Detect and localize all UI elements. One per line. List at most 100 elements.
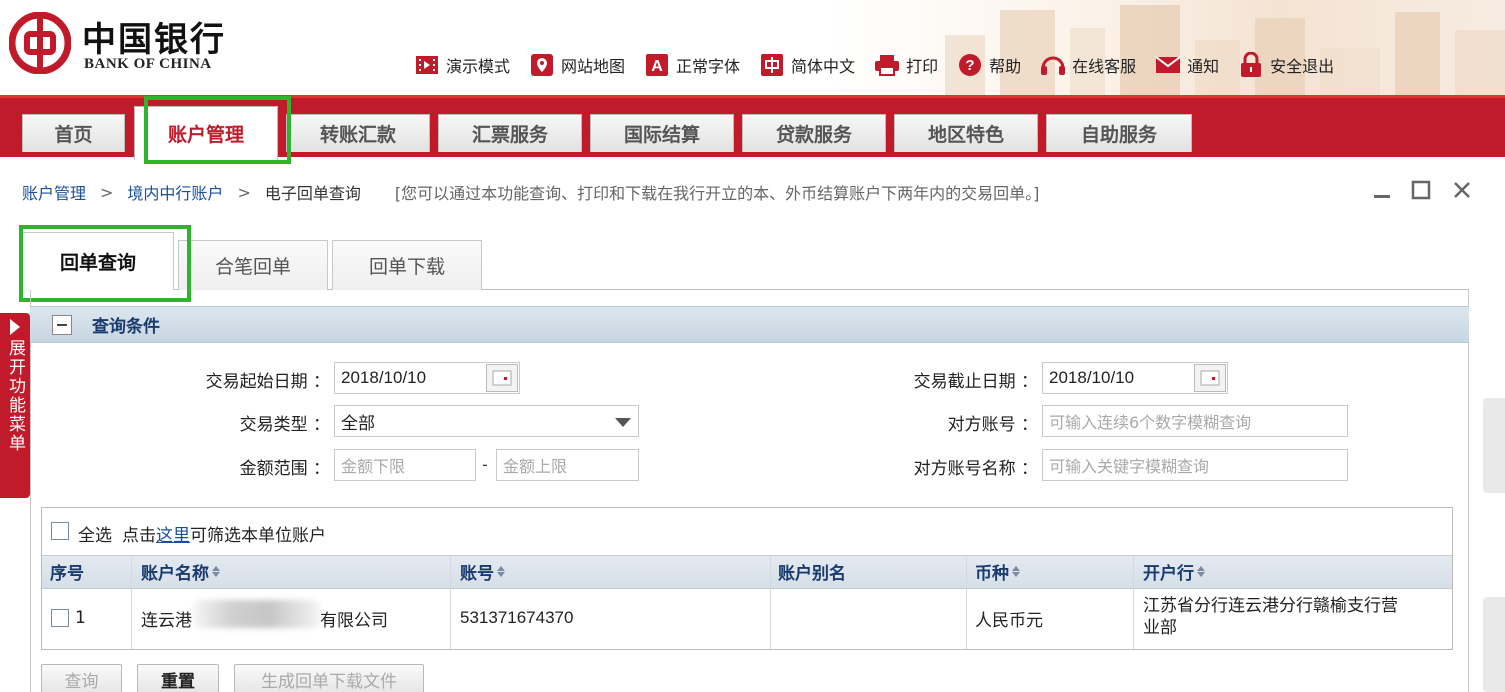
breadcrumb-separator: > xyxy=(237,182,251,202)
expand-function-menu[interactable]: 展开功能菜单 xyxy=(0,313,30,498)
sort-icon xyxy=(1197,566,1205,577)
col-header-currency[interactable]: 币种 xyxy=(975,559,1020,584)
subtab-receipt-download[interactable]: 回单下载 xyxy=(332,240,482,290)
chinese-zhong-icon xyxy=(759,52,785,78)
calendar-icon[interactable] xyxy=(486,364,518,392)
bank-of-china-logo-icon xyxy=(9,12,71,74)
breadcrumb-current: 电子回单查询 xyxy=(264,184,361,203)
logo-chinese-text: 中国银行 xyxy=(82,20,226,60)
nav-tab-self-service[interactable]: 自助服务 xyxy=(1046,114,1192,152)
toplink-label: 安全退出 xyxy=(1270,57,1335,76)
toplink-notice[interactable]: 通知 xyxy=(1155,52,1219,78)
toplink-label: 正常字体 xyxy=(676,57,741,76)
main-nav: 首页 账户管理 转账汇款 汇票服务 国际结算 贷款服务 地区特色 自助服务 xyxy=(0,95,1505,160)
txn-type-select[interactable]: 全部 xyxy=(334,405,639,437)
toplink-help[interactable]: ? 帮助 xyxy=(957,52,1021,78)
amount-range-label: 金额范围 ： xyxy=(239,459,330,479)
toplink-label: 简体中文 xyxy=(791,57,856,76)
col-header-alias: 账户别名 xyxy=(778,559,846,584)
start-date-label: 交易起始日期 ： xyxy=(205,372,330,392)
col-header-label: 序号 xyxy=(50,564,84,584)
nav-tab-international[interactable]: 国际结算 xyxy=(590,114,734,152)
column-divider xyxy=(770,555,771,649)
nav-tab-transfer[interactable]: 转账汇款 xyxy=(286,114,430,152)
row-currency: 人民币元 xyxy=(975,611,1043,631)
page-description: [您可以通过本功能查询、打印和下载在我行开立的本、外币结算账户下两年内的交易回单… xyxy=(394,184,1040,203)
col-header-name[interactable]: 账户名称 xyxy=(141,559,220,584)
toplink-label: 演示模式 xyxy=(446,57,511,76)
sort-icon xyxy=(1012,566,1020,577)
column-divider xyxy=(1133,555,1134,649)
logo-english-text: BANK OF CHINA xyxy=(84,56,212,72)
envelope-icon xyxy=(1155,52,1181,78)
subtab-merged-receipt[interactable]: 合笔回单 xyxy=(178,240,328,290)
expand-arrow-icon xyxy=(10,319,20,335)
collapse-toggle[interactable] xyxy=(52,315,72,335)
amount-min-input[interactable]: 金额下限 xyxy=(334,449,476,481)
toplink-logout[interactable]: 安全退出 xyxy=(1238,52,1334,78)
txn-type-label: 交易类型 ： xyxy=(239,415,330,435)
scroll-next-handle[interactable] xyxy=(1483,597,1505,692)
scroll-next-handle[interactable] xyxy=(1483,398,1505,493)
demo-film-icon xyxy=(414,52,440,78)
counter-account-input[interactable]: 可输入连续6个数字模糊查询 xyxy=(1042,405,1348,437)
range-dash: - xyxy=(482,455,488,474)
toplink-label: 在线客服 xyxy=(1072,57,1137,76)
filter-link[interactable]: 这里 xyxy=(156,526,190,546)
toplink-label: 网站地图 xyxy=(561,57,626,76)
col-header-no: 序号 xyxy=(50,559,84,584)
toplink-normal-font[interactable]: A 正常字体 xyxy=(644,52,740,78)
end-date-label: 交易截止日期 ： xyxy=(913,372,1038,392)
city-skyline-decoration xyxy=(945,5,1505,95)
toplink-online-service[interactable]: 在线客服 xyxy=(1040,52,1136,78)
help-icon: ? xyxy=(957,52,983,78)
reset-button[interactable]: 重置 xyxy=(137,664,219,692)
row-checkbox[interactable] xyxy=(51,609,69,627)
side-menu-label: 展开功能菜单 xyxy=(5,339,25,453)
sort-icon xyxy=(497,566,505,577)
subtab-receipt-query[interactable]: 回单查询 xyxy=(22,232,174,290)
top-links: 演示模式 网站地图 A 正常字体 简体中文 打印 ? 帮助 在线客服 通知 安全… xyxy=(414,50,1334,80)
toplink-label: 通知 xyxy=(1187,57,1220,76)
col-header-branch[interactable]: 开户行 xyxy=(1143,559,1205,584)
select-all-label: 全选 xyxy=(78,526,112,546)
printer-icon xyxy=(874,52,900,78)
nav-tab-draft[interactable]: 汇票服务 xyxy=(438,114,582,152)
svg-text:A: A xyxy=(651,58,663,75)
nav-tab-account-management[interactable]: 账户管理 xyxy=(134,106,278,160)
col-header-label: 账户别名 xyxy=(778,564,846,584)
account-name-start: 连云港 xyxy=(141,611,192,631)
col-header-label: 账号 xyxy=(460,564,494,584)
select-all-checkbox[interactable] xyxy=(51,522,69,540)
headset-icon xyxy=(1040,52,1066,78)
font-a-icon: A xyxy=(644,52,670,78)
counter-account-label: 对方账号 ： xyxy=(947,415,1038,435)
branch-line: 江苏省分行连云港分行赣榆支行营 xyxy=(1143,596,1398,616)
close-icon[interactable] xyxy=(1450,178,1474,202)
query-panel-header xyxy=(30,306,1469,343)
filter-suffix: 可筛选本单位账户 xyxy=(190,526,326,546)
toplink-simplified-chinese[interactable]: 简体中文 xyxy=(759,52,855,78)
nav-tab-regional[interactable]: 地区特色 xyxy=(894,114,1038,152)
toplink-site-map[interactable]: 网站地图 xyxy=(529,52,625,78)
toplink-print[interactable]: 打印 xyxy=(874,52,938,78)
breadcrumb-domestic-account[interactable]: 境内中行账户 xyxy=(127,180,223,204)
generate-download-file-button[interactable]: 生成回单下载文件 xyxy=(234,664,424,692)
maximize-icon[interactable] xyxy=(1409,178,1433,202)
toplink-demo-mode[interactable]: 演示模式 xyxy=(414,52,510,78)
lock-icon xyxy=(1238,52,1264,78)
col-header-account[interactable]: 账号 xyxy=(460,559,505,584)
nav-tab-loan[interactable]: 贷款服务 xyxy=(742,114,886,152)
query-panel-title: 查询条件 xyxy=(92,317,160,337)
calendar-icon[interactable] xyxy=(1194,364,1226,392)
query-button[interactable]: 查询 xyxy=(41,664,122,692)
breadcrumb-account-management[interactable]: 账户管理 xyxy=(22,180,86,204)
col-header-label: 开户行 xyxy=(1143,564,1194,584)
minimize-icon[interactable] xyxy=(1370,178,1394,202)
nav-tab-home[interactable]: 首页 xyxy=(22,114,125,152)
sort-icon xyxy=(212,566,220,577)
table-header xyxy=(42,555,1452,589)
counter-name-label: 对方账号名称 ： xyxy=(913,459,1038,479)
counter-name-input[interactable]: 可输入关键字模糊查询 xyxy=(1042,449,1348,481)
amount-max-input[interactable]: 金额上限 xyxy=(496,449,639,481)
